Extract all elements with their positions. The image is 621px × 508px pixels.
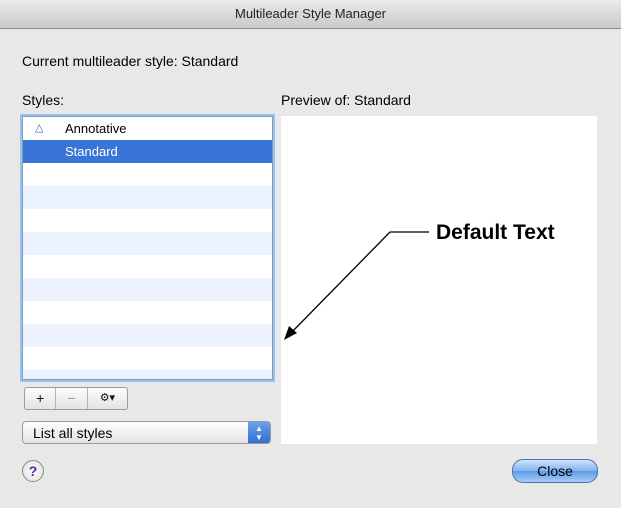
list-item-label: Annotative xyxy=(65,121,127,136)
leader-line xyxy=(287,231,391,337)
preview-label: Preview of: Standard xyxy=(281,92,411,108)
style-actions: + − ⚙▾ xyxy=(24,387,128,410)
leader-preview: Default Text xyxy=(284,221,555,340)
styles-label: Styles: xyxy=(22,92,65,108)
list-empty-row xyxy=(23,186,272,209)
annotative-icon: △ xyxy=(35,122,44,134)
list-empty-row xyxy=(23,255,272,278)
list-item-label: Standard xyxy=(65,144,118,159)
list-empty-row xyxy=(23,301,272,324)
help-button[interactable]: ? xyxy=(22,460,44,482)
gear-menu-button[interactable]: ⚙▾ xyxy=(88,388,127,409)
style-filter-select[interactable]: List all styles ▲ ▼ xyxy=(22,421,271,444)
style-filter-value: List all styles xyxy=(33,425,113,441)
list-item-standard[interactable]: Standard xyxy=(23,140,272,163)
styles-list[interactable]: △ Annotative Standard xyxy=(22,116,273,380)
preview-pane: Default Text xyxy=(281,116,597,444)
list-empty-row xyxy=(23,370,272,379)
updown-arrows-icon: ▲ ▼ xyxy=(248,422,270,443)
preview-sample-text: Default Text xyxy=(436,221,555,244)
close-button[interactable]: Close xyxy=(512,459,598,483)
list-empty-row xyxy=(23,232,272,255)
list-empty-row xyxy=(23,209,272,232)
list-empty-row xyxy=(23,347,272,370)
add-style-button[interactable]: + xyxy=(25,388,57,409)
current-style-label: Current multileader style: Standard xyxy=(22,53,239,69)
list-empty-row xyxy=(23,163,272,186)
list-empty-row xyxy=(23,324,272,347)
list-empty-row xyxy=(23,278,272,301)
remove-style-button[interactable]: − xyxy=(56,388,88,409)
window-title: Multileader Style Manager xyxy=(0,0,621,29)
list-item-annotative[interactable]: △ Annotative xyxy=(23,117,272,140)
